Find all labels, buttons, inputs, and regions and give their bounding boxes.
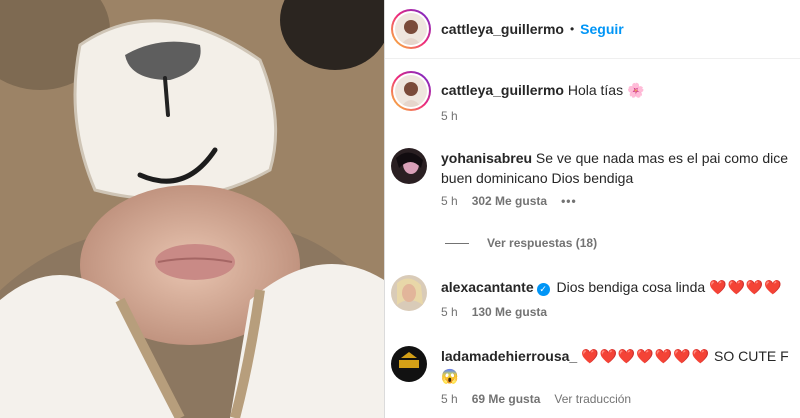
heart-emojis: ❤️❤️❤️❤️ [709,279,783,295]
caption-username[interactable]: cattleya_guillermo [441,82,564,98]
comment-likes[interactable]: 302 Me gusta [472,194,547,208]
comment-text: Se ve que nada mas es el pai como dice [535,150,789,166]
avatar-image [391,148,427,184]
replies-line [445,242,469,244]
view-replies-label: Ver respuestas (18) [487,236,598,250]
comment-text: SO CUTE F [713,348,789,364]
comment-time[interactable]: 5 h [441,194,458,208]
avatar-image [395,13,427,45]
verified-badge-icon: ✓ [536,283,550,296]
more-options-icon[interactable]: ••• [561,194,577,208]
author-username[interactable]: cattleya_guillermo [441,21,564,37]
caption-time[interactable]: 5 h [441,109,458,123]
baby-bear-hood-image [0,0,384,418]
post-photo[interactable] [0,0,384,418]
avatar-image [391,346,427,382]
comment-time[interactable]: 5 h [441,392,458,406]
translate-button[interactable]: Ver traducción [554,392,631,406]
avatar-image [391,275,427,311]
avatar-image [395,75,427,107]
post-side-panel: cattleya_guillermo • Seguir cattleya_gui… [385,0,800,418]
commenter-avatar[interactable] [391,275,427,311]
commenter-username[interactable]: alexacantante [441,279,534,295]
comment-text: Dios bendiga cosa linda [556,279,706,295]
comment-likes[interactable]: 69 Me gusta [472,392,541,406]
post-caption: cattleya_guillermo Hola tías 🌸 5 h [391,71,800,123]
commenter-avatar[interactable] [391,346,427,382]
post-header: cattleya_guillermo • Seguir [385,0,800,58]
commenter-avatar[interactable] [391,148,427,184]
comment-item: yohanisabreu Se ve que nada mas es el pa… [391,148,800,208]
commenter-username[interactable]: yohanisabreu [441,150,532,166]
comment-time[interactable]: 5 h [441,305,458,319]
comment-emoji: 😱 [441,368,459,384]
comment-text-continued: buen dominicano Dios bendiga [441,170,634,186]
author-avatar[interactable] [391,9,431,49]
follow-button[interactable]: Seguir [580,21,624,37]
separator-dot: • [569,22,575,36]
caption-avatar[interactable] [391,71,431,111]
comment-item: ladamadehierrousa_ ❤️❤️❤️❤️❤️❤️❤️ SO CUT… [391,346,800,406]
commenter-username[interactable]: ladamadehierrousa_ [441,348,577,364]
header-divider [385,58,800,59]
comment-item: alexacantante ✓ Dios bendiga cosa linda ❤… [391,275,800,319]
view-replies-button[interactable]: Ver respuestas (18) [445,236,597,250]
caption-text: Hola tías 🌸 [567,82,645,98]
comment-likes[interactable]: 130 Me gusta [472,305,547,319]
heart-emojis: ❤️❤️❤️❤️❤️❤️❤️ [581,348,711,364]
